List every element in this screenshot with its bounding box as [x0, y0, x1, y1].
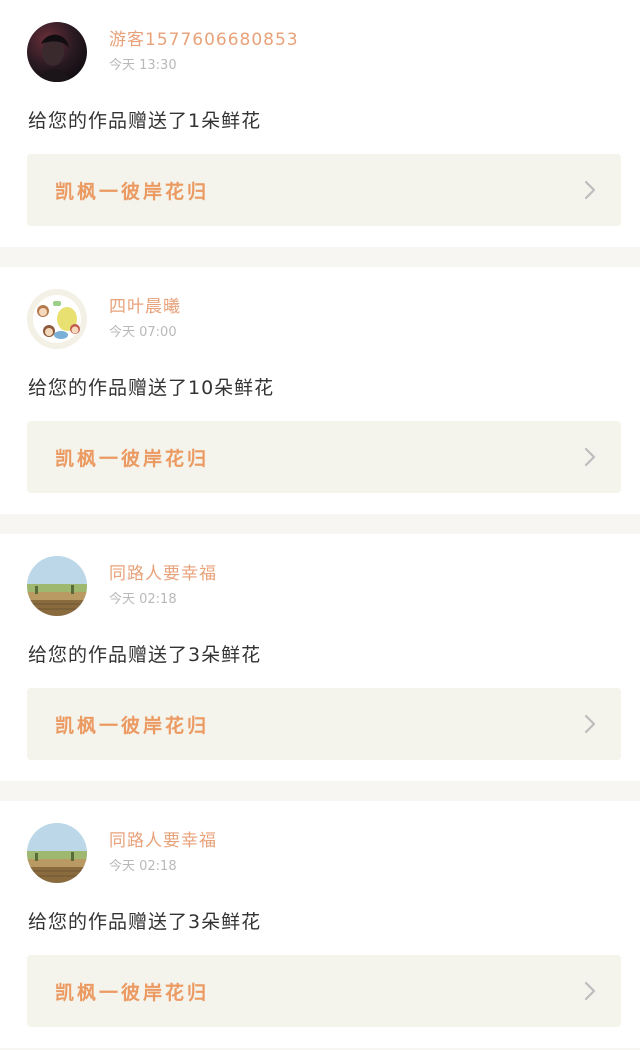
work-title: 凯枫一彼岸花归	[55, 447, 210, 470]
user-avatar[interactable]	[27, 556, 87, 616]
timestamp: 今天 02:18	[109, 592, 177, 607]
chevron-right-icon	[584, 981, 596, 1001]
work-link[interactable]: 凯枫一彼岸花归	[27, 955, 621, 1027]
username[interactable]: 同路人要幸福	[109, 829, 217, 853]
username[interactable]: 同路人要幸福	[109, 562, 217, 586]
timestamp: 今天 13:30	[109, 58, 177, 73]
card-header: 同路人要幸福 今天 02:18	[0, 556, 640, 618]
work-link[interactable]: 凯枫一彼岸花归	[27, 154, 621, 226]
gift-record-card: 四叶晨曦 今天 07:00 给您的作品赠送了10朵鲜花 凯枫一彼岸花归	[0, 267, 640, 514]
user-meta: 游客1577606680853 今天 13:30	[109, 22, 299, 76]
landscape-avatar-icon	[27, 823, 87, 883]
user-meta: 四叶晨曦 今天 07:00	[109, 289, 181, 343]
chevron-right-icon	[584, 180, 596, 200]
user-meta: 同路人要幸福 今天 02:18	[109, 556, 217, 610]
gift-message: 给您的作品赠送了3朵鲜花	[28, 644, 262, 666]
cartoon-characters-avatar-icon	[27, 289, 87, 349]
username[interactable]: 游客1577606680853	[109, 28, 299, 52]
card-header: 四叶晨曦 今天 07:00	[0, 289, 640, 351]
user-avatar[interactable]	[27, 823, 87, 883]
gift-message: 给您的作品赠送了1朵鲜花	[28, 110, 262, 132]
work-link[interactable]: 凯枫一彼岸花归	[27, 421, 621, 493]
username[interactable]: 四叶晨曦	[109, 295, 181, 319]
chevron-right-icon	[584, 714, 596, 734]
card-header: 游客1577606680853 今天 13:30	[0, 22, 640, 84]
dark-portrait-avatar-icon	[27, 22, 87, 82]
gift-message: 给您的作品赠送了3朵鲜花	[28, 911, 262, 933]
timestamp: 今天 07:00	[109, 325, 177, 340]
gift-message: 给您的作品赠送了10朵鲜花	[28, 377, 275, 399]
user-avatar[interactable]	[27, 22, 87, 82]
work-title: 凯枫一彼岸花归	[55, 180, 210, 203]
work-title: 凯枫一彼岸花归	[55, 714, 210, 737]
landscape-avatar-icon	[27, 556, 87, 616]
gift-record-feed: 游客1577606680853 今天 13:30 给您的作品赠送了1朵鲜花 凯枫…	[0, 0, 640, 1050]
timestamp: 今天 02:18	[109, 859, 177, 874]
user-avatar[interactable]	[27, 289, 87, 349]
gift-record-card: 同路人要幸福 今天 02:18 给您的作品赠送了3朵鲜花 凯枫一彼岸花归	[0, 801, 640, 1048]
work-title: 凯枫一彼岸花归	[55, 981, 210, 1004]
work-link[interactable]: 凯枫一彼岸花归	[27, 688, 621, 760]
chevron-right-icon	[584, 447, 596, 467]
gift-record-card: 游客1577606680853 今天 13:30 给您的作品赠送了1朵鲜花 凯枫…	[0, 0, 640, 247]
gift-record-card: 同路人要幸福 今天 02:18 给您的作品赠送了3朵鲜花 凯枫一彼岸花归	[0, 534, 640, 781]
user-meta: 同路人要幸福 今天 02:18	[109, 823, 217, 877]
card-header: 同路人要幸福 今天 02:18	[0, 823, 640, 885]
